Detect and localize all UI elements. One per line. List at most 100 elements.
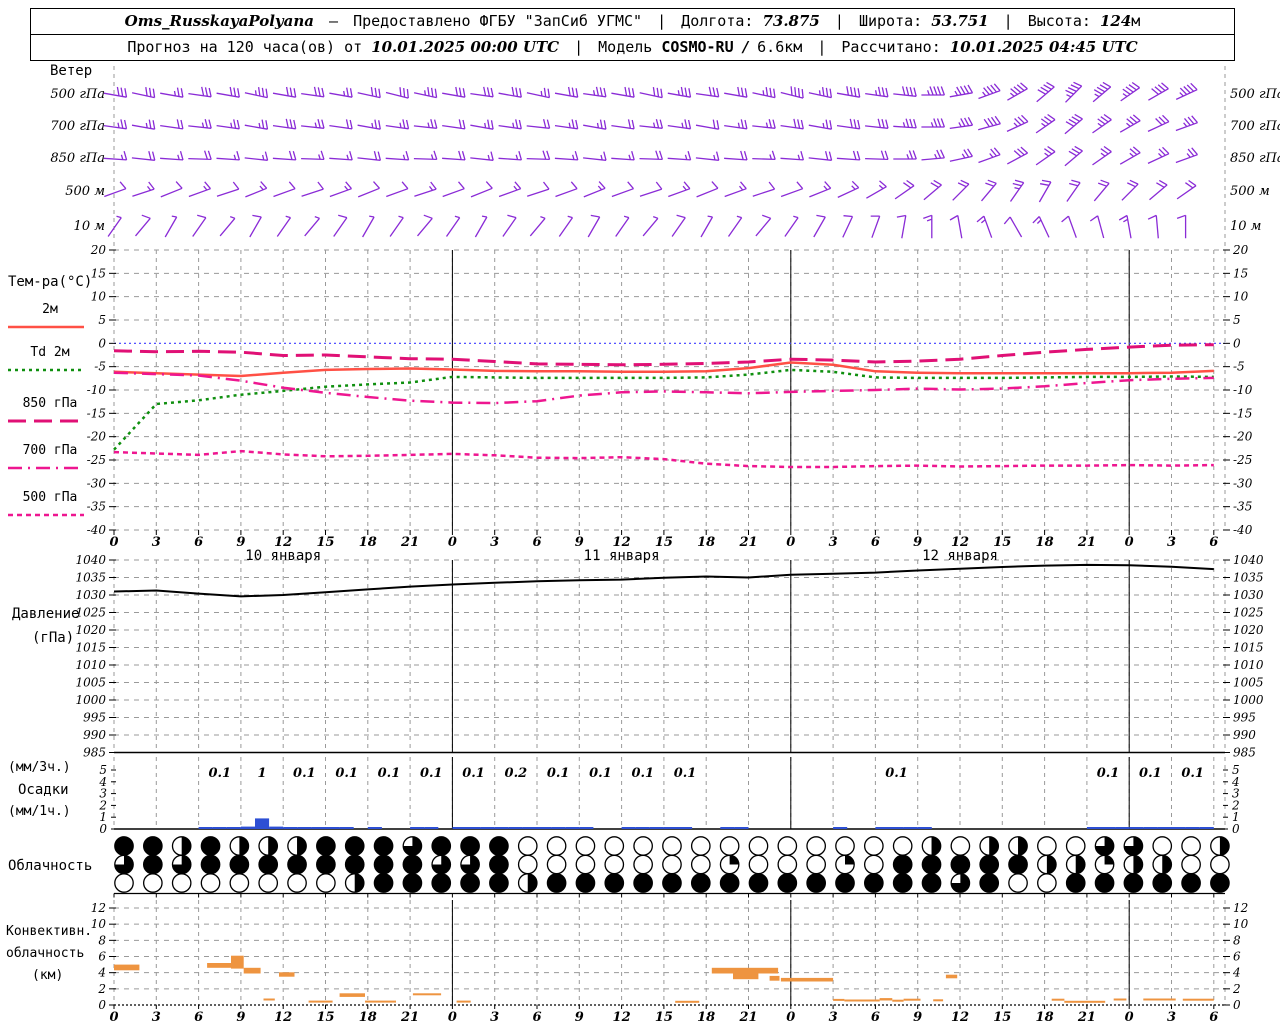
hour-label-mid: 18 (697, 535, 715, 550)
cloud-okta-fill (374, 873, 393, 893)
hour-label-bottom: 6 (532, 1010, 541, 1024)
cloud-okta-circle (200, 873, 221, 893)
pressure-ytick-right: 990 (1233, 728, 1256, 742)
wind-barb (272, 86, 297, 98)
wind-barb (474, 215, 488, 238)
wind-barb (245, 181, 268, 198)
cloud-okta-fill (922, 873, 941, 893)
precip-bar (1171, 827, 1186, 829)
wind-barb (219, 215, 236, 237)
wind-barb (1176, 214, 1187, 239)
cloud-okta-circle (892, 836, 913, 856)
wind-barb (413, 119, 438, 129)
cloud-okta-fill (143, 836, 163, 856)
cloud-okta-fill (1008, 855, 1028, 874)
wind-barb (1119, 146, 1141, 165)
hour-label-mid: 3 (829, 535, 838, 550)
cloud-okta-circle (1037, 873, 1057, 893)
convective-cloud-bar (1143, 998, 1176, 1001)
wind-barb (981, 179, 997, 202)
wind-barb (244, 151, 269, 161)
cloud-okta-fill (239, 836, 249, 856)
wind-barb (978, 83, 1001, 100)
precip-bar (240, 826, 255, 829)
wind-barb (558, 215, 574, 237)
wind-barb (583, 86, 607, 98)
cloud-okta-circle (287, 873, 307, 893)
hour-label-mid: 3 (490, 535, 499, 550)
precip-bar (875, 827, 890, 829)
precip-bar (903, 827, 918, 829)
cloud-okta-circle (258, 873, 279, 893)
cloud-okta-fill (1018, 836, 1028, 856)
temp-ytick-left: -35 (87, 500, 106, 514)
precip-bar (579, 827, 594, 829)
cloud-okta-fill (989, 836, 999, 856)
cloud-okta-fill (1219, 836, 1230, 856)
conv-ytick-left: 0 (98, 998, 106, 1012)
precip-3h-value: 0.1 (1181, 766, 1204, 781)
temp-ytick-right: 10 (1233, 290, 1249, 304)
wind-barb (949, 84, 974, 98)
wind-barb (273, 181, 296, 198)
hour-label-bottom: 9 (913, 1010, 922, 1024)
conv-ytick-left: 10 (91, 917, 107, 931)
wind-barb (893, 150, 917, 160)
wind-barb (611, 86, 635, 98)
cloud-okta-fill (845, 855, 855, 865)
cloud-okta-fill (460, 836, 480, 856)
wind-barb (780, 118, 804, 130)
wind-barb (752, 119, 776, 129)
cloud-okta-fill (181, 836, 191, 856)
pressure-ytick-right: 985 (1233, 746, 1256, 760)
cloud-okta-fill (374, 855, 393, 874)
wind-barb (272, 150, 297, 161)
cloud-okta-fill (778, 873, 797, 893)
precip-bar (198, 827, 213, 829)
cloud-okta-fill (345, 855, 364, 874)
pressure-ytick-right: 1030 (1233, 588, 1264, 602)
precip-bar (311, 827, 326, 829)
wind-barb (389, 215, 404, 237)
cloud-okta-circle (1008, 873, 1028, 893)
cloud-okta-circle (604, 836, 625, 856)
hour-label-bottom: 18 (1036, 1010, 1054, 1024)
conv-ytick-left: 6 (98, 950, 106, 964)
wind-barb (417, 214, 433, 237)
convective-cloud-bar (1064, 1000, 1106, 1003)
precip-3h-value: 0.1 (208, 766, 231, 781)
cloud-okta-fill (980, 855, 999, 874)
temp-ytick-left: -10 (87, 383, 107, 397)
precip-3h-value: 0.2 (505, 766, 528, 781)
hour-label-bottom: 18 (359, 1010, 377, 1024)
convective-cloud-bar (1182, 998, 1214, 1001)
wind-barb (1065, 81, 1083, 103)
wind-barb (498, 181, 522, 198)
precip-3h-value: 0.1 (674, 766, 697, 781)
wind-barb (695, 119, 720, 130)
precip-bar (522, 827, 537, 829)
wind-barb (639, 119, 664, 129)
wind-barb (498, 86, 522, 98)
wind-barb (1120, 81, 1140, 102)
pressure-ytick-left: 1000 (75, 693, 106, 707)
cloud-okta-circle (1210, 854, 1230, 875)
cloud-okta-fill (259, 855, 278, 874)
cloud-okta-circle (633, 854, 653, 875)
wind-barb (470, 86, 494, 98)
cloud-okta-fill (893, 873, 912, 893)
temp-ytick-left: -20 (87, 430, 107, 444)
convective-cloud-bar (945, 974, 958, 979)
hour-label-bottom: 21 (738, 1010, 757, 1024)
precip-3h-value: 0.1 (631, 766, 654, 781)
convective-cloud-bar (769, 975, 780, 981)
convective-cloud-bar (243, 967, 261, 974)
precip-bar (269, 826, 284, 829)
cloud-okta-fill (201, 855, 220, 874)
conv-ytick-left: 12 (91, 901, 106, 915)
wind-barb (893, 118, 917, 129)
cloud-okta-circle (777, 836, 798, 856)
pressure-ytick-right: 1000 (1233, 693, 1264, 707)
wind-barb (1119, 114, 1141, 133)
wind-barb (949, 214, 963, 239)
